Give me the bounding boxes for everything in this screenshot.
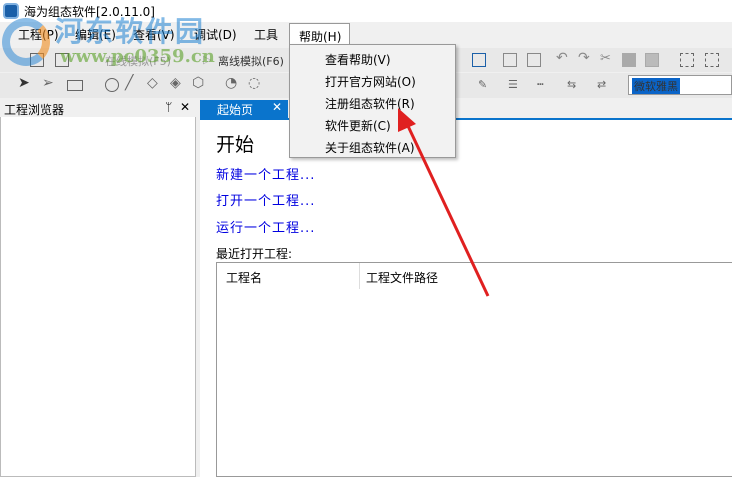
annotation-arrow [398,108,490,297]
